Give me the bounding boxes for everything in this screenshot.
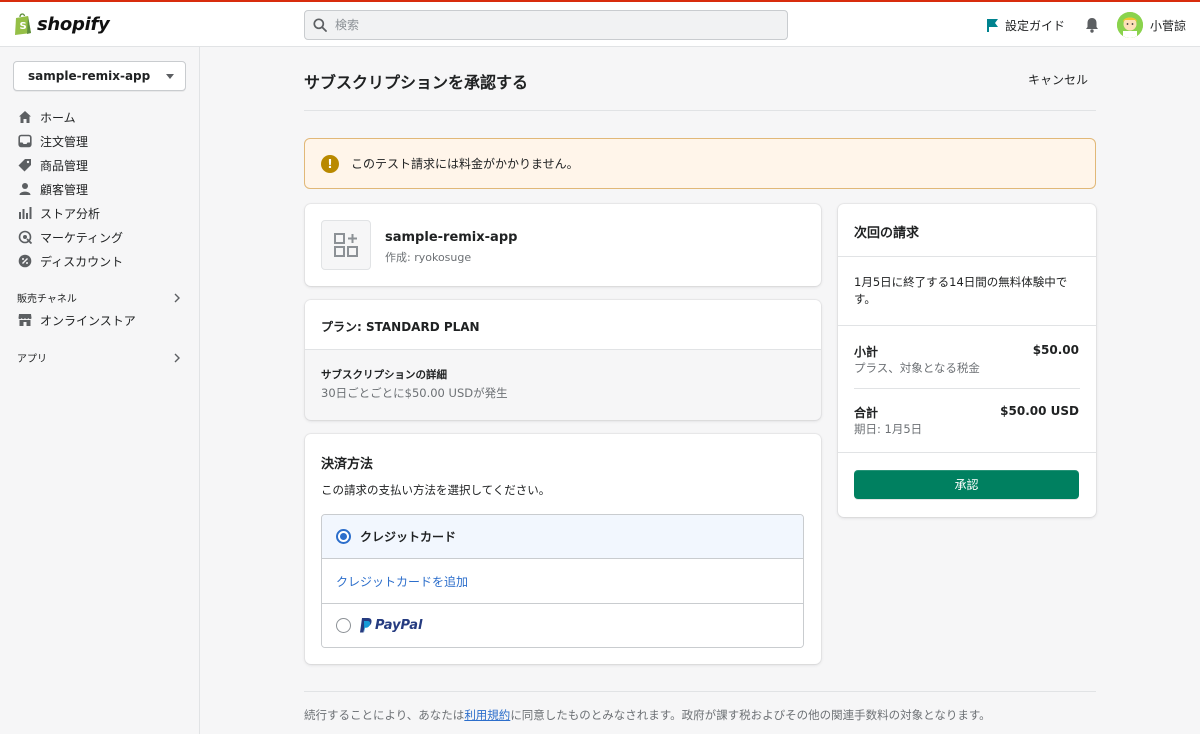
terms-link[interactable]: 利用規約 <box>464 708 510 722</box>
setup-guide-button[interactable]: 設定ガイド <box>986 17 1065 34</box>
flag-icon <box>986 19 998 32</box>
sidebar-item-analytics[interactable]: ストア分析 <box>18 201 123 225</box>
sidebar-item-customers[interactable]: 顧客管理 <box>18 177 123 201</box>
chevron-right-icon <box>174 353 180 362</box>
credit-card-option[interactable]: クレジットカード <box>322 515 803 559</box>
terms-footer: 続行することにより、あなたは利用規約に同意したものとみなされます。政府が課す税お… <box>304 707 991 723</box>
subtotal-label: 小計 <box>854 345 879 359</box>
divider <box>854 388 1080 389</box>
plan-name: プラン: STANDARD PLAN <box>321 320 480 334</box>
sidebar-item-products[interactable]: 商品管理 <box>18 153 123 177</box>
caret-down-icon <box>166 73 174 79</box>
sidebar-item-discounts[interactable]: ディスカウント <box>18 249 123 273</box>
trial-notice: 1月5日に終了する14日間の無料体験中です。 <box>854 275 1068 306</box>
plan-details-text: 30日ごとごとに$50.00 USDが発生 <box>321 386 508 400</box>
divider <box>838 325 1096 326</box>
banner-text: このテスト請求には料金がかかりません。 <box>351 157 579 171</box>
due-date: 期日: 1月5日 <box>854 422 923 436</box>
svg-text:S: S <box>20 21 27 32</box>
subtotal-note: プラス、対象となる税金 <box>854 361 980 375</box>
warning-icon: ! <box>321 154 339 173</box>
paypal-option[interactable]: PayPal <box>322 604 803 647</box>
top-bar: S shopify 設定ガイド <box>0 0 1200 47</box>
footer-text-before: 続行することにより、あなたは <box>304 708 465 722</box>
app-placeholder-icon <box>321 220 371 270</box>
summary-title: 次回の請求 <box>854 226 920 241</box>
logo-text: shopify <box>37 13 110 35</box>
paypal-radio[interactable] <box>336 618 351 633</box>
payment-method-description: この請求の支払い方法を選択してください。 <box>321 483 551 497</box>
sidebar: sample-remix-app ホーム 注文管理 商品管理 顧客管理 ストア分… <box>0 47 200 734</box>
apps-label: アプリ <box>17 354 47 365</box>
shopify-logo[interactable]: S shopify <box>13 12 110 36</box>
app-author: 作成: ryokosuge <box>385 251 472 264</box>
footer-text-after: に同意したものとみなされます。政府が課す税およびその他の関連手数料の対象となりま… <box>510 708 991 722</box>
avatar[interactable] <box>1116 12 1143 38</box>
sidebar-item-marketing[interactable]: マーケティング <box>18 225 123 249</box>
payment-method-title: 決済方法 <box>321 457 374 472</box>
sidebar-item-home[interactable]: ホーム <box>18 105 123 129</box>
sidebar-item-label: ディスカウント <box>40 254 124 269</box>
search-input[interactable] <box>335 18 755 32</box>
target-icon <box>18 230 32 244</box>
plan-card: プラン: STANDARD PLAN サブスクリプションの詳細 30日ごとごとに… <box>305 300 821 420</box>
shopify-bag-icon: S <box>15 13 31 35</box>
avatar-face-icon <box>1116 12 1143 38</box>
tag-icon <box>18 158 32 172</box>
store-icon <box>18 313 32 327</box>
cancel-button[interactable]: キャンセル <box>1028 71 1088 88</box>
home-icon <box>18 110 32 124</box>
divider <box>304 691 1096 692</box>
search-icon <box>313 18 327 32</box>
paypal-text: PayPal <box>375 618 423 633</box>
app-card: sample-remix-app 作成: ryokosuge <box>305 204 821 286</box>
search-bar[interactable] <box>304 10 788 40</box>
payment-options: クレジットカード クレジットカードを追加 PayPal <box>321 514 804 648</box>
add-credit-card-link[interactable]: クレジットカードを追加 <box>322 559 803 604</box>
sidebar-item-label: 商品管理 <box>40 158 89 173</box>
divider <box>304 110 1096 111</box>
main-nav: ホーム 注文管理 商品管理 顧客管理 ストア分析 マーケティング ディスカウント <box>18 105 123 273</box>
discount-icon <box>18 254 32 268</box>
sales-channels-header[interactable]: 販売チャネル <box>17 290 180 305</box>
sidebar-item-online-store[interactable]: オンラインストア <box>18 308 136 332</box>
store-selector[interactable]: sample-remix-app <box>13 61 186 91</box>
payment-method-card: 決済方法 この請求の支払い方法を選択してください。 クレジットカード クレジット… <box>305 434 821 664</box>
sidebar-item-label: 注文管理 <box>40 134 89 149</box>
paypal-icon <box>360 618 372 633</box>
paypal-logo: PayPal <box>360 618 422 633</box>
total-value: $50.00 USD <box>1000 404 1079 418</box>
summary-header: 次回の請求 <box>838 204 1096 257</box>
total-label: 合計 <box>854 406 879 420</box>
bell-icon <box>1085 18 1098 33</box>
apps-header[interactable]: アプリ <box>17 350 180 365</box>
plan-details-heading: サブスクリプションの詳細 <box>321 369 447 381</box>
sidebar-item-label: ホーム <box>40 110 76 125</box>
inbox-icon <box>18 134 32 148</box>
test-charge-banner: ! このテスト請求には料金がかかりません。 <box>304 138 1096 189</box>
sidebar-item-label: オンラインストア <box>40 313 136 328</box>
user-name[interactable]: 小菅諒 <box>1150 17 1186 34</box>
sales-channels-label: 販売チャネル <box>17 294 77 305</box>
chevron-right-icon <box>174 293 180 302</box>
credit-card-label: クレジットカード <box>360 530 457 544</box>
app-name: sample-remix-app <box>385 230 518 245</box>
page-title: サブスクリプションを承認する <box>304 73 529 92</box>
person-icon <box>18 182 32 196</box>
billing-summary-card: 次回の請求 1月5日に終了する14日間の無料体験中です。 小計 $50.00 プ… <box>838 204 1096 517</box>
bar-chart-icon <box>18 206 32 220</box>
credit-card-radio[interactable] <box>336 529 351 544</box>
divider <box>838 452 1096 453</box>
approve-button[interactable]: 承認 <box>854 470 1079 499</box>
setup-guide-label: 設定ガイド <box>1004 18 1065 33</box>
notifications-button[interactable] <box>1085 17 1099 33</box>
plan-header: プラン: STANDARD PLAN <box>305 300 821 350</box>
sidebar-item-label: マーケティング <box>40 230 124 245</box>
store-name: sample-remix-app <box>28 69 151 83</box>
subtotal-value: $50.00 <box>1032 343 1079 357</box>
sidebar-item-label: 顧客管理 <box>40 182 89 197</box>
sidebar-item-orders[interactable]: 注文管理 <box>18 129 123 153</box>
sidebar-item-label: ストア分析 <box>40 206 101 221</box>
